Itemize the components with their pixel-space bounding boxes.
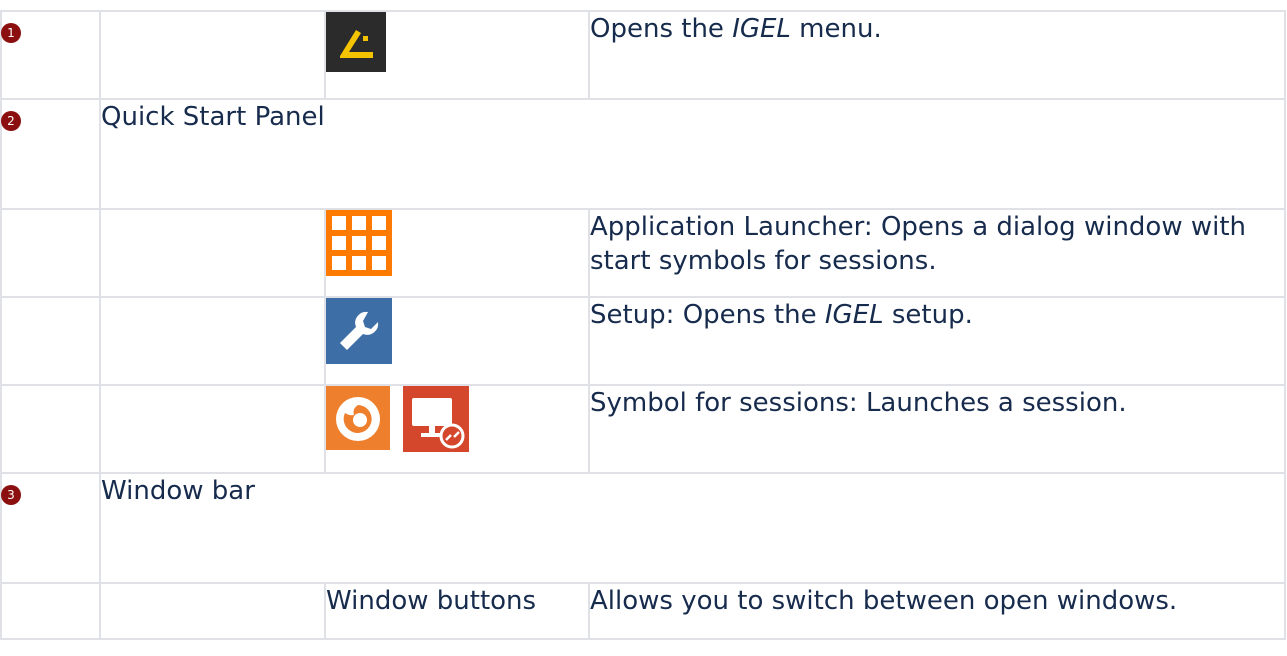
step-badge-3: 3	[1, 485, 21, 505]
table-row: 2 Quick Start Panel	[0, 98, 1286, 210]
description-text: Application Launcher: Opens a dialog win…	[590, 212, 1247, 276]
description-text: Symbol for sessions: Launches a session.	[590, 388, 1127, 418]
description-text-end: menu.	[790, 14, 882, 44]
application-launcher-icon	[326, 210, 392, 276]
empty-cell	[0, 296, 101, 386]
empty-cell	[0, 208, 101, 298]
firefox-session-icon	[326, 386, 390, 450]
empty-cell	[0, 582, 101, 640]
description-text-end: setup.	[883, 300, 973, 330]
step-badge-2: 2	[1, 111, 21, 131]
remote-desktop-session-icon	[403, 386, 469, 452]
badge-cell: 3	[0, 472, 101, 584]
setup-wrench-icon	[326, 298, 392, 364]
igel-menu-icon	[326, 12, 386, 72]
description-text: Allows you to switch between open window…	[590, 586, 1178, 616]
description-emphasis: IGEL	[732, 14, 791, 44]
features-table: 1 Opens the IGEL menu. 2 Quick Start Pan…	[0, 10, 1286, 640]
badge-cell: 2	[0, 98, 101, 210]
table-row: 3 Window bar	[0, 472, 1286, 584]
empty-cell	[99, 582, 326, 640]
empty-cell	[99, 10, 326, 100]
table-row: Symbol for sessions: Launches a session.	[0, 384, 1286, 474]
section-title-cell: Quick Start Panel	[99, 98, 1286, 210]
badge-cell: 1	[0, 10, 101, 100]
icon-cell	[324, 384, 590, 474]
description-cell: Opens the IGEL menu.	[588, 10, 1286, 100]
table-row: 1 Opens the IGEL menu.	[0, 10, 1286, 100]
icon-cell	[324, 10, 590, 100]
description-cell: Setup: Opens the IGEL setup.	[588, 296, 1286, 386]
icon-cell	[324, 208, 590, 298]
section-title: Window bar	[101, 476, 255, 506]
table-row: Window buttons Allows you to switch betw…	[0, 582, 1286, 640]
window-buttons-label: Window buttons	[326, 586, 537, 616]
description-cell: Symbol for sessions: Launches a session.	[588, 384, 1286, 474]
description-emphasis: IGEL	[824, 300, 884, 330]
section-title-cell: Window bar	[99, 472, 1286, 584]
empty-cell	[0, 384, 101, 474]
description-cell: Allows you to switch between open window…	[588, 582, 1286, 640]
description-text: Opens the	[590, 14, 733, 44]
empty-cell	[99, 296, 326, 386]
table-row: Setup: Opens the IGEL setup.	[0, 296, 1286, 386]
table-row: Application Launcher: Opens a dialog win…	[0, 208, 1286, 298]
description-cell: Application Launcher: Opens a dialog win…	[588, 208, 1286, 298]
icon-cell	[324, 296, 590, 386]
section-title: Quick Start Panel	[101, 102, 325, 132]
empty-cell	[99, 208, 326, 298]
empty-cell	[99, 384, 326, 474]
description-text: Setup: Opens the	[590, 300, 825, 330]
label-cell: Window buttons	[324, 582, 590, 640]
step-badge-1: 1	[1, 23, 21, 43]
